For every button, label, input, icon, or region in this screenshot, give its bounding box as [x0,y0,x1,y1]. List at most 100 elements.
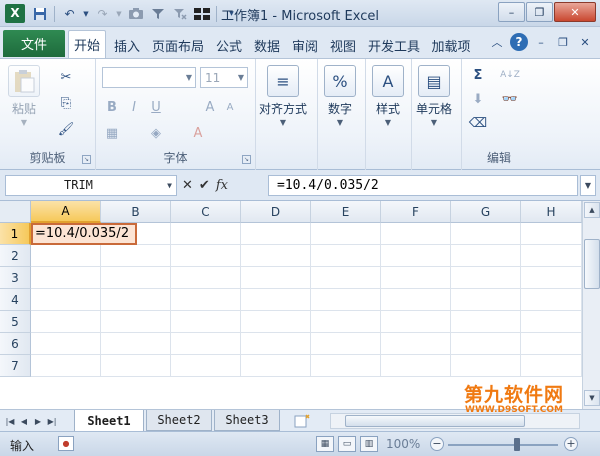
collapse-ribbon-icon[interactable]: ︿ [488,33,506,51]
row-header-5[interactable]: 5 [0,311,31,333]
fill-color-icon[interactable]: ◈ [146,123,166,143]
insert-function-icon[interactable]: fx [216,178,228,193]
sheet-tab-2[interactable]: Sheet2 [146,410,212,431]
grid-cell[interactable] [311,355,381,377]
sheet-tab-1[interactable]: Sheet1 [74,410,144,432]
cells-button[interactable]: ▤ 单元格 ▼ [416,65,452,127]
grid-cell[interactable] [171,245,241,267]
grid-cell[interactable] [521,223,582,245]
enter-icon[interactable]: ✔ [199,178,210,193]
row-header-4[interactable]: 4 [0,289,31,311]
paste-button[interactable]: 粘贴 ▼ [8,65,40,127]
column-header-b[interactable]: B [101,201,171,223]
tab-file[interactable]: 文件 [3,30,65,57]
grid-cell[interactable] [31,355,101,377]
grid-cell[interactable] [101,245,171,267]
formula-input[interactable]: =10.4/0.035/2 [268,175,578,196]
grid-cell[interactable] [101,267,171,289]
grid-cell[interactable] [381,333,451,355]
grid-cell[interactable] [171,333,241,355]
clipboard-dialog-launcher[interactable]: ↘ [82,155,91,164]
tab-view[interactable]: 视图 [326,32,360,58]
zoom-out-button[interactable]: − [430,437,444,451]
select-all-corner[interactable] [0,201,31,223]
grid-cell[interactable] [381,355,451,377]
grid-cell[interactable] [311,267,381,289]
page-break-view-icon[interactable]: ▥ [360,436,378,452]
grid-cell[interactable] [521,311,582,333]
grid-cell[interactable] [381,267,451,289]
column-header-d[interactable]: D [241,201,311,223]
last-sheet-icon[interactable]: ▶| [46,414,58,428]
grid-cell[interactable] [31,311,101,333]
sheet-tab-3[interactable]: Sheet3 [214,410,280,431]
zoom-in-button[interactable]: + [564,437,578,451]
font-name-combo[interactable]: ▼ [102,67,196,88]
grid-cell[interactable] [241,245,311,267]
grid-cell[interactable] [381,245,451,267]
normal-view-icon[interactable]: ▦ [316,436,334,452]
italic-button[interactable]: I [124,97,144,117]
row-header-6[interactable]: 6 [0,333,31,355]
grid-cell[interactable] [381,289,451,311]
grid-cell[interactable] [521,333,582,355]
prev-sheet-icon[interactable]: ◀ [18,414,30,428]
grid-cell[interactable] [451,245,521,267]
zoom-slider-thumb[interactable] [513,438,520,451]
alignment-button[interactable]: ≡ 对齐方式 ▼ [259,65,307,127]
grid-cell[interactable] [241,223,311,245]
column-header-f[interactable]: F [381,201,451,223]
column-header-h[interactable]: H [521,201,582,223]
tab-page-layout[interactable]: 页面布局 [148,32,208,58]
grid-cell[interactable] [101,355,171,377]
styles-button[interactable]: A 样式 ▼ [372,65,404,127]
grid-cell[interactable] [171,355,241,377]
grid-cell[interactable] [311,311,381,333]
column-header-c[interactable]: C [171,201,241,223]
column-header-e[interactable]: E [311,201,381,223]
minimize-workbook-icon[interactable]: – [532,33,550,51]
row-header-2[interactable]: 2 [0,245,31,267]
shrink-font-button[interactable]: A [220,97,240,117]
horizontal-scrollbar[interactable] [330,413,580,429]
grid-cell[interactable] [451,355,521,377]
close-button[interactable]: ✕ [554,2,596,22]
grid-cell[interactable] [101,289,171,311]
grid-cell[interactable] [171,267,241,289]
grid-cell[interactable] [311,223,381,245]
tab-insert[interactable]: 插入 [110,32,144,58]
vertical-scrollbar[interactable]: ▲ ▼ [582,201,600,409]
borders-icon[interactable]: ▦ [102,123,122,143]
grid-cell[interactable] [241,289,311,311]
zoom-slider[interactable] [448,444,558,446]
font-size-combo[interactable]: 11 ▼ [200,67,248,88]
tab-review[interactable]: 审阅 [288,32,322,58]
grid-cell[interactable] [521,245,582,267]
find-select-icon[interactable]: 👓 [500,89,520,109]
scroll-up-icon[interactable]: ▲ [584,202,600,218]
sort-filter-icon[interactable]: A↓Z [500,65,520,85]
minimize-button[interactable]: – [498,2,525,22]
underline-button[interactable]: U [146,97,166,117]
clear-icon[interactable]: ⌫ [468,113,488,133]
row-header-7[interactable]: 7 [0,355,31,377]
name-box[interactable]: TRIM ▼ [5,175,177,196]
grid-cell[interactable] [31,333,101,355]
bold-button[interactable]: B [102,97,122,117]
grid-cell[interactable] [241,355,311,377]
grid-cell[interactable] [451,311,521,333]
grid-cell[interactable] [521,289,582,311]
first-sheet-icon[interactable]: |◀ [4,414,16,428]
next-sheet-icon[interactable]: ▶ [32,414,44,428]
copy-icon[interactable]: ⎘ [56,93,76,113]
grid-cell[interactable] [171,223,241,245]
tab-formulas[interactable]: 公式 [212,32,246,58]
grid-cell[interactable] [101,311,171,333]
active-cell-a1[interactable]: =10.4/0.035/2 [31,223,137,245]
font-dialog-launcher[interactable]: ↘ [242,155,251,164]
format-painter-icon[interactable]: 🖌 [56,119,76,139]
grid-cell[interactable] [241,311,311,333]
grid-cell[interactable] [521,355,582,377]
column-header-g[interactable]: G [451,201,521,223]
grid-cell[interactable] [101,333,171,355]
